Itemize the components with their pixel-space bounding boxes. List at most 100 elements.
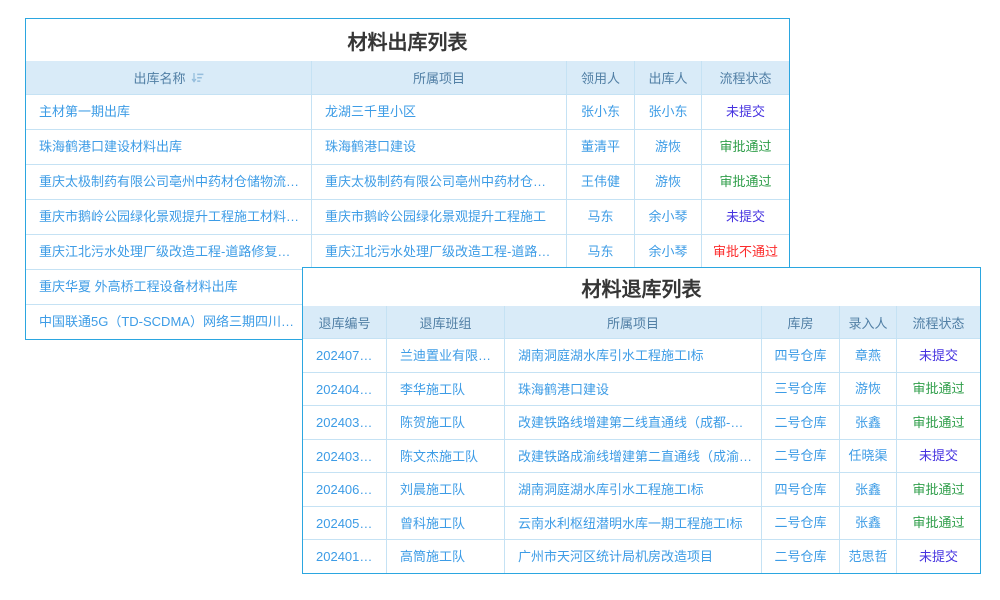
outbound-table-row: 重庆市鹅岭公园绿化景观提升工程施工材料出库 重庆市鹅岭公园绿化景观提升工程施工 … — [26, 199, 789, 234]
warehouse-cell: 二号仓库 — [761, 406, 839, 439]
status-cell: 审批通过 — [896, 507, 980, 540]
outbound-table-row: 重庆太极制药有限公司亳州中药材仓储物流基... 重庆太极制药有限公司亳州中药材仓… — [26, 164, 789, 199]
status-cell: 未提交 — [896, 540, 980, 573]
status-cell: 未提交 — [896, 339, 980, 372]
status-cell: 审批通过 — [896, 473, 980, 506]
return-table-row: 2024040003 李华施工队 珠海鹤港口建设 三号仓库 游恢 审批通过 — [303, 372, 980, 406]
recorder-cell: 游恢 — [839, 373, 896, 406]
recipient-cell: 马东 — [566, 200, 634, 234]
warehouse-cell: 三号仓库 — [761, 373, 839, 406]
status-cell: 审批通过 — [896, 373, 980, 406]
project-cell: 珠海鹤港口建设 — [311, 130, 566, 164]
return-team-cell: 陈贺施工队 — [386, 406, 504, 439]
recorder-cell: 章燕 — [839, 339, 896, 372]
project-cell: 龙湖三千里小区 — [311, 95, 566, 129]
column-header-return-code: 退库编号 — [303, 306, 386, 338]
return-table-body: 2024070001 兰迪置业有限公司 湖南洞庭湖水库引水工程施工I标 四号仓库… — [303, 338, 980, 573]
warehouse-cell: 二号仓库 — [761, 540, 839, 573]
project-cell: 珠海鹤港口建设 — [504, 373, 761, 406]
project-cell: 重庆市鹅岭公园绿化景观提升工程施工 — [311, 200, 566, 234]
return-table-row: 2024010009 高筒施工队 广州市天河区统计局机房改造项目 二号仓库 范思… — [303, 539, 980, 573]
column-header-warehouse: 库房 — [761, 306, 839, 338]
status-cell: 未提交 — [701, 200, 789, 234]
return-table: 退库编号 退库班组 所属项目 库房 录入人 流程状态 2024070001 兰迪… — [303, 306, 980, 573]
outbound-name-cell[interactable]: 中国联通5G（TD-SCDMA）网络三期四川工程... — [26, 305, 311, 339]
recorder-cell: 张鑫 — [839, 507, 896, 540]
issuer-cell: 余小琴 — [634, 235, 701, 269]
return-team-cell: 曾科施工队 — [386, 507, 504, 540]
project-cell: 改建铁路线增建第二线直通线（成都-西安... — [504, 406, 761, 439]
return-table-row: 2024030003 陈文杰施工队 改建铁路成渝线增建第二直通线（成渝枢... … — [303, 439, 980, 473]
return-code-cell[interactable]: 2024060004 — [303, 473, 386, 506]
issuer-cell: 游恢 — [634, 165, 701, 199]
recorder-cell: 张鑫 — [839, 406, 896, 439]
outbound-name-cell[interactable]: 重庆江北污水处理厂级改造工程-道路修复工程... — [26, 235, 311, 269]
outbound-table-row: 重庆江北污水处理厂级改造工程-道路修复工程... 重庆江北污水处理厂级改造工程-… — [26, 234, 789, 269]
outbound-table-row: 主材第一期出库 龙湖三千里小区 张小东 张小东 未提交 — [26, 94, 789, 129]
project-cell: 重庆太极制药有限公司亳州中药材仓储物... — [311, 165, 566, 199]
return-table-row: 2024030001 陈贺施工队 改建铁路线增建第二线直通线（成都-西安... … — [303, 405, 980, 439]
return-team-cell: 高筒施工队 — [386, 540, 504, 573]
return-code-cell[interactable]: 2024040003 — [303, 373, 386, 406]
warehouse-cell: 二号仓库 — [761, 507, 839, 540]
warehouse-cell: 二号仓库 — [761, 440, 839, 473]
column-header-status: 流程状态 — [896, 306, 980, 338]
project-cell: 湖南洞庭湖水库引水工程施工I标 — [504, 473, 761, 506]
outbound-name-cell[interactable]: 重庆市鹅岭公园绿化景观提升工程施工材料出库 — [26, 200, 311, 234]
status-cell: 审批通过 — [701, 165, 789, 199]
project-cell: 湖南洞庭湖水库引水工程施工I标 — [504, 339, 761, 372]
column-header-project: 所属项目 — [311, 61, 566, 94]
project-cell: 改建铁路成渝线增建第二直通线（成渝枢... — [504, 440, 761, 473]
return-code-cell[interactable]: 2024070001 — [303, 339, 386, 372]
status-cell: 审批通过 — [701, 130, 789, 164]
column-header-outbound-name[interactable]: 出库名称 — [26, 61, 311, 94]
column-header-recipient: 领用人 — [566, 61, 634, 94]
column-header-recorder: 录入人 — [839, 306, 896, 338]
column-header-status: 流程状态 — [701, 61, 789, 94]
return-list-title: 材料退库列表 — [303, 268, 980, 306]
issuer-cell: 余小琴 — [634, 200, 701, 234]
return-team-cell: 陈文杰施工队 — [386, 440, 504, 473]
recipient-cell: 马东 — [566, 235, 634, 269]
recorder-cell: 任晓渠 — [839, 440, 896, 473]
project-cell: 云南水利枢纽潜明水库一期工程施工I标 — [504, 507, 761, 540]
sort-descending-icon[interactable] — [191, 72, 204, 84]
recorder-cell: 张鑫 — [839, 473, 896, 506]
column-header-outbound-name-label: 出库名称 — [133, 68, 185, 87]
return-table-header-row: 退库编号 退库班组 所属项目 库房 录入人 流程状态 — [303, 306, 980, 338]
project-cell: 广州市天河区统计局机房改造项目 — [504, 540, 761, 573]
return-team-cell: 李华施工队 — [386, 373, 504, 406]
recipient-cell: 张小东 — [566, 95, 634, 129]
project-cell: 重庆江北污水处理厂级改造工程-道路修... — [311, 235, 566, 269]
return-team-cell: 兰迪置业有限公司 — [386, 339, 504, 372]
status-cell: 审批通过 — [896, 406, 980, 439]
outbound-name-cell[interactable]: 重庆太极制药有限公司亳州中药材仓储物流基... — [26, 165, 311, 199]
warehouse-cell: 四号仓库 — [761, 339, 839, 372]
issuer-cell: 张小东 — [634, 95, 701, 129]
issuer-cell: 游恢 — [634, 130, 701, 164]
status-cell: 审批不通过 — [701, 235, 789, 269]
page: 材料出库列表 出库名称 所属项目 领用人 出库人 流程状态 — [0, 0, 1000, 600]
recipient-cell: 董清平 — [566, 130, 634, 164]
return-code-cell[interactable]: 2024030001 — [303, 406, 386, 439]
column-header-return-team: 退库班组 — [386, 306, 504, 338]
outbound-name-cell[interactable]: 主材第一期出库 — [26, 95, 311, 129]
outbound-name-cell[interactable]: 重庆华夏 外高桥工程设备材料出库 — [26, 270, 311, 304]
column-header-issuer: 出库人 — [634, 61, 701, 94]
return-code-cell[interactable]: 2024010009 — [303, 540, 386, 573]
return-table-row: 2024070001 兰迪置业有限公司 湖南洞庭湖水库引水工程施工I标 四号仓库… — [303, 338, 980, 372]
outbound-table-row: 珠海鹤港口建设材料出库 珠海鹤港口建设 董清平 游恢 审批通过 — [26, 129, 789, 164]
status-cell: 未提交 — [896, 440, 980, 473]
return-table-row: 2024050004 曾科施工队 云南水利枢纽潜明水库一期工程施工I标 二号仓库… — [303, 506, 980, 540]
outbound-table-header-row: 出库名称 所属项目 领用人 出库人 流程状态 — [26, 61, 789, 94]
return-code-cell[interactable]: 2024050004 — [303, 507, 386, 540]
recipient-cell: 王伟健 — [566, 165, 634, 199]
column-header-project: 所属项目 — [504, 306, 761, 338]
return-table-row: 2024060004 刘晨施工队 湖南洞庭湖水库引水工程施工I标 四号仓库 张鑫… — [303, 472, 980, 506]
outbound-list-title: 材料出库列表 — [26, 19, 789, 61]
return-code-cell[interactable]: 2024030003 — [303, 440, 386, 473]
outbound-name-cell[interactable]: 珠海鹤港口建设材料出库 — [26, 130, 311, 164]
status-cell: 未提交 — [701, 95, 789, 129]
return-team-cell: 刘晨施工队 — [386, 473, 504, 506]
recorder-cell: 范思哲 — [839, 540, 896, 573]
